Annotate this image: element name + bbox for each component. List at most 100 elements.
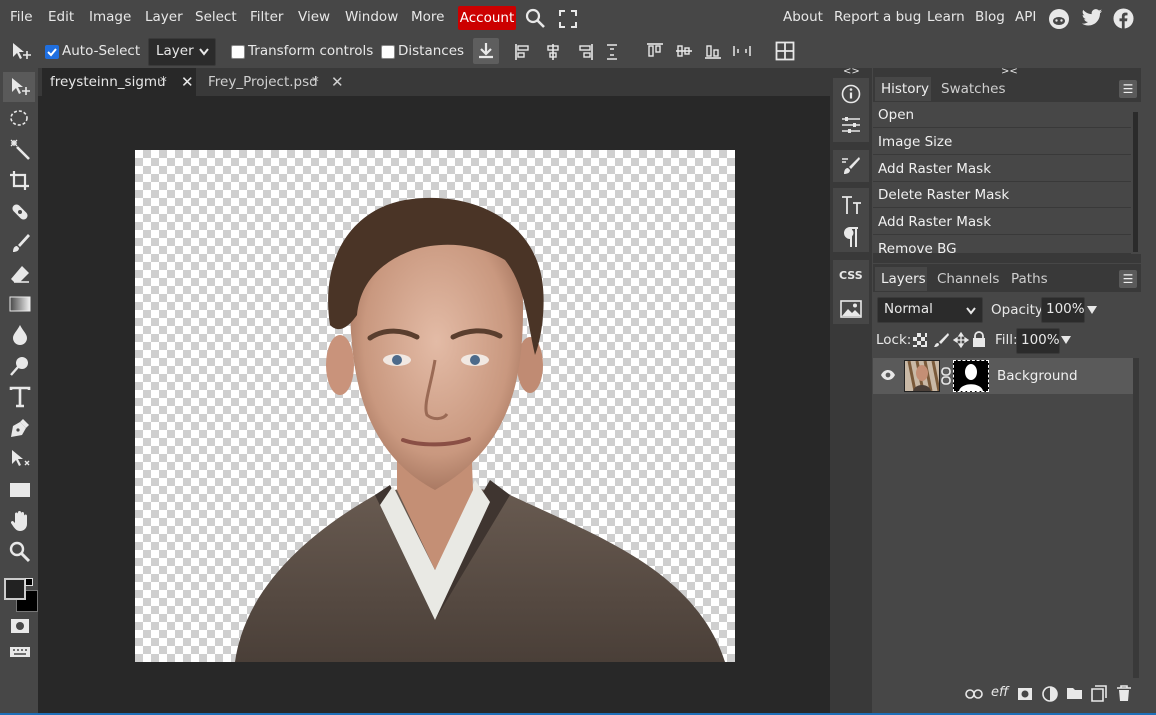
tab-swatches[interactable]: Swatches: [933, 77, 1009, 101]
history-item[interactable]: Add Raster Mask: [873, 209, 1131, 235]
quick-mask-tool[interactable]: [3, 613, 35, 639]
layers-panel-menu-button[interactable]: ☰: [1119, 270, 1137, 288]
close-icon[interactable]: ✕: [331, 68, 344, 96]
lock-pixels-brush-icon[interactable]: [933, 332, 949, 348]
transform-controls-checkbox[interactable]: [231, 45, 245, 59]
blend-mode-dropdown[interactable]: Normal: [877, 297, 983, 323]
menu-image[interactable]: Image: [89, 9, 131, 25]
menu-select[interactable]: Select: [195, 9, 237, 25]
opacity-input[interactable]: 100%: [1041, 297, 1085, 323]
delete-layer-icon[interactable]: [1116, 685, 1132, 702]
lock-all-icon[interactable]: [972, 331, 986, 347]
align-top-icon[interactable]: [646, 42, 664, 60]
facebook-icon[interactable]: [1113, 8, 1134, 29]
blur-tool[interactable]: [3, 320, 35, 350]
new-group-icon[interactable]: [1066, 686, 1083, 700]
lock-transparency-icon[interactable]: [913, 333, 927, 347]
download-button[interactable]: [473, 38, 499, 64]
menu-view[interactable]: View: [298, 9, 330, 25]
css-label[interactable]: CSS: [839, 269, 863, 282]
tab-layers[interactable]: Layers: [875, 267, 927, 291]
fill-dropdown-icon[interactable]: [1060, 335, 1072, 345]
auto-select-checkbox[interactable]: [45, 45, 59, 59]
reddit-icon[interactable]: [1048, 8, 1070, 30]
layers-scrollbar[interactable]: [1133, 358, 1139, 678]
type-tool[interactable]: [3, 382, 35, 412]
move-tool[interactable]: [3, 72, 35, 102]
link-report-bug[interactable]: Report a bug: [834, 9, 921, 25]
twitter-icon[interactable]: [1081, 8, 1103, 28]
tab-document-2[interactable]: Frey_Project.psd * ✕: [200, 68, 350, 96]
character-icon[interactable]: [841, 194, 863, 216]
distances-checkbox[interactable]: [381, 45, 395, 59]
menu-window[interactable]: Window: [345, 9, 398, 25]
fullscreen-icon[interactable]: [558, 9, 578, 29]
collapse-left-toggle[interactable]: <>: [843, 66, 860, 77]
menu-file[interactable]: File: [10, 9, 33, 25]
adjustments-icon[interactable]: [841, 116, 861, 134]
color-swatches[interactable]: [3, 576, 38, 612]
zoom-tool[interactable]: [3, 537, 35, 567]
default-colors-icon[interactable]: [25, 578, 33, 586]
hand-tool[interactable]: [3, 506, 35, 536]
tab-history[interactable]: History: [875, 77, 931, 101]
lock-position-icon[interactable]: [953, 332, 969, 348]
add-mask-icon[interactable]: [1017, 687, 1033, 701]
align-left-icon[interactable]: [514, 43, 532, 61]
grid-icon[interactable]: [775, 41, 795, 61]
history-item[interactable]: Image Size: [873, 129, 1131, 155]
close-icon[interactable]: ✕: [181, 68, 194, 96]
link-blog[interactable]: Blog: [975, 9, 1005, 25]
menu-layer[interactable]: Layer: [145, 9, 183, 25]
layer-effects-button[interactable]: eff: [991, 685, 1008, 700]
document-canvas[interactable]: [135, 150, 735, 662]
foreground-color-swatch[interactable]: [4, 578, 26, 600]
history-item[interactable]: Delete Raster Mask: [873, 182, 1131, 208]
eye-icon[interactable]: [880, 369, 896, 381]
link-learn[interactable]: Learn: [927, 9, 965, 25]
layer-mask-thumbnail[interactable]: [953, 360, 989, 392]
history-item[interactable]: Add Raster Mask: [873, 156, 1131, 182]
info-icon[interactable]: [841, 84, 861, 104]
new-layer-icon[interactable]: [1091, 685, 1107, 702]
link-layers-icon[interactable]: [965, 689, 983, 699]
tab-channels[interactable]: Channels: [931, 267, 999, 291]
menu-edit[interactable]: Edit: [48, 9, 74, 25]
collapse-right-toggle[interactable]: ><: [1001, 66, 1018, 77]
eraser-tool[interactable]: [3, 258, 35, 288]
mask-link-icon[interactable]: [941, 367, 951, 385]
brush-settings-button[interactable]: [833, 150, 869, 182]
link-api[interactable]: API: [1015, 9, 1036, 25]
marquee-tool[interactable]: [3, 103, 35, 133]
fill-input[interactable]: 100%: [1016, 328, 1060, 354]
tab-paths[interactable]: Paths: [1005, 267, 1053, 291]
history-scrollbar[interactable]: [1133, 112, 1138, 252]
layer-row[interactable]: Background: [873, 358, 1133, 394]
account-button[interactable]: Account: [458, 6, 516, 30]
align-center-h-icon[interactable]: [544, 43, 562, 61]
paragraph-icon[interactable]: [842, 226, 860, 248]
history-item[interactable]: Open: [873, 102, 1131, 128]
magic-wand-tool[interactable]: [3, 134, 35, 164]
direct-select-tool[interactable]: [3, 444, 35, 474]
image-icon[interactable]: [840, 300, 862, 318]
tab-document-1[interactable]: freysteinn_sigmu * ✕: [42, 68, 196, 96]
align-middle-icon[interactable]: [675, 42, 693, 60]
link-about[interactable]: About: [783, 9, 823, 25]
pen-tool[interactable]: [3, 413, 35, 443]
align-bottom-icon[interactable]: [704, 42, 722, 60]
dodge-tool[interactable]: [3, 351, 35, 381]
auto-select-target-dropdown[interactable]: Layer: [148, 38, 216, 66]
crop-tool[interactable]: [3, 165, 35, 195]
menu-filter[interactable]: Filter: [250, 9, 283, 25]
healing-tool[interactable]: [3, 196, 35, 226]
keyboard-button[interactable]: [3, 640, 35, 664]
distribute-v-icon[interactable]: [732, 43, 752, 59]
distribute-h-icon[interactable]: [604, 43, 620, 61]
brush-tool[interactable]: [3, 227, 35, 257]
layer-name[interactable]: Background: [997, 368, 1078, 384]
opacity-dropdown-icon[interactable]: [1086, 305, 1098, 315]
align-right-icon[interactable]: [576, 43, 594, 61]
shape-tool[interactable]: [3, 475, 35, 505]
search-icon[interactable]: [525, 8, 547, 30]
